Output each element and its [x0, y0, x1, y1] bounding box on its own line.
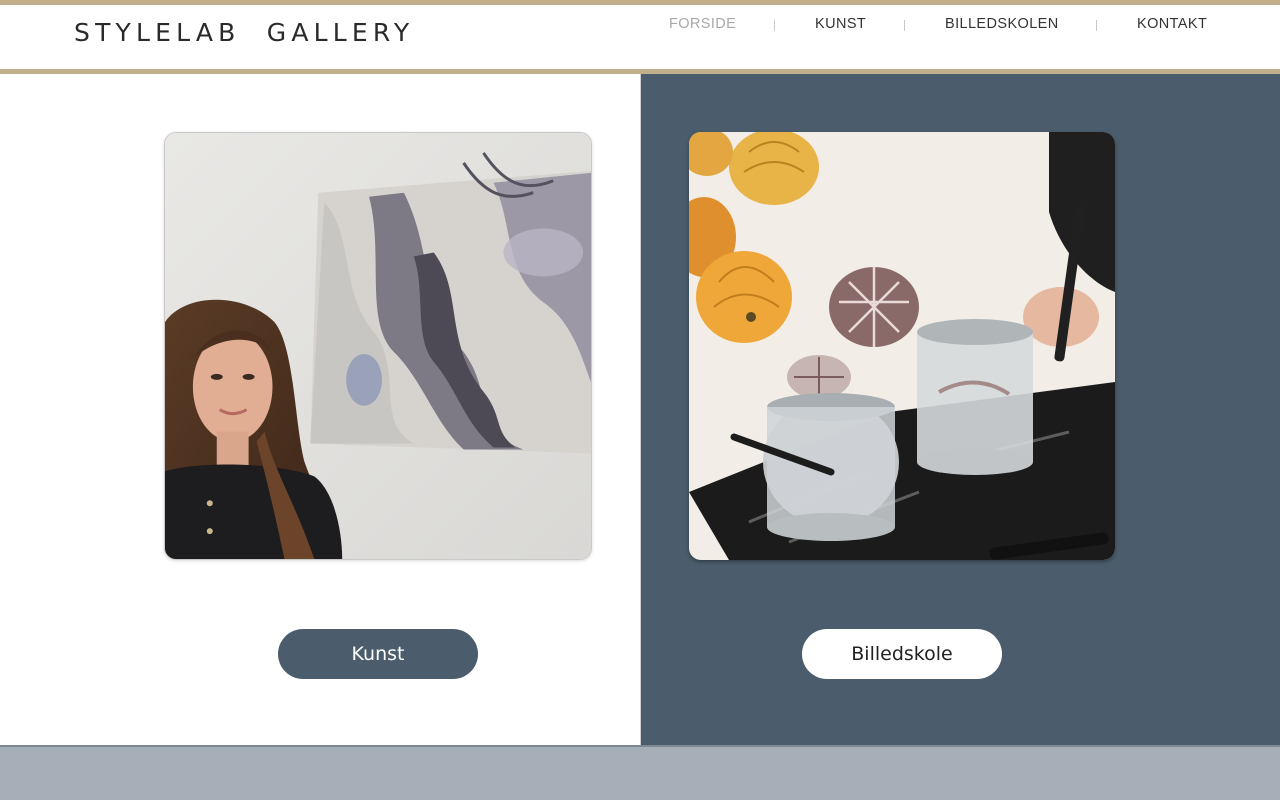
nav-item-kontakt[interactable]: KONTAKT [1137, 16, 1207, 32]
nav-item-kunst[interactable]: KUNST [815, 16, 866, 32]
main-nav: FORSIDE KUNST BILLEDSKOLEN KONTAKT [0, 16, 1280, 36]
site-header: STYLELAB GALLERY FORSIDE KUNST BILLEDSKO… [0, 5, 1280, 69]
billedskole-button[interactable]: Billedskole [802, 629, 1002, 679]
artist-portrait-image[interactable] [164, 132, 592, 560]
nav-separator [1096, 20, 1097, 31]
kunst-button[interactable]: Kunst [278, 629, 478, 679]
nav-separator [904, 20, 905, 31]
panel-divider [640, 74, 641, 746]
nav-separator [774, 20, 775, 31]
nav-item-forside[interactable]: FORSIDE [669, 16, 736, 32]
art-class-image[interactable] [689, 132, 1115, 560]
nav-item-billedskolen[interactable]: BILLEDSKOLEN [945, 16, 1059, 32]
site-footer [0, 747, 1280, 800]
